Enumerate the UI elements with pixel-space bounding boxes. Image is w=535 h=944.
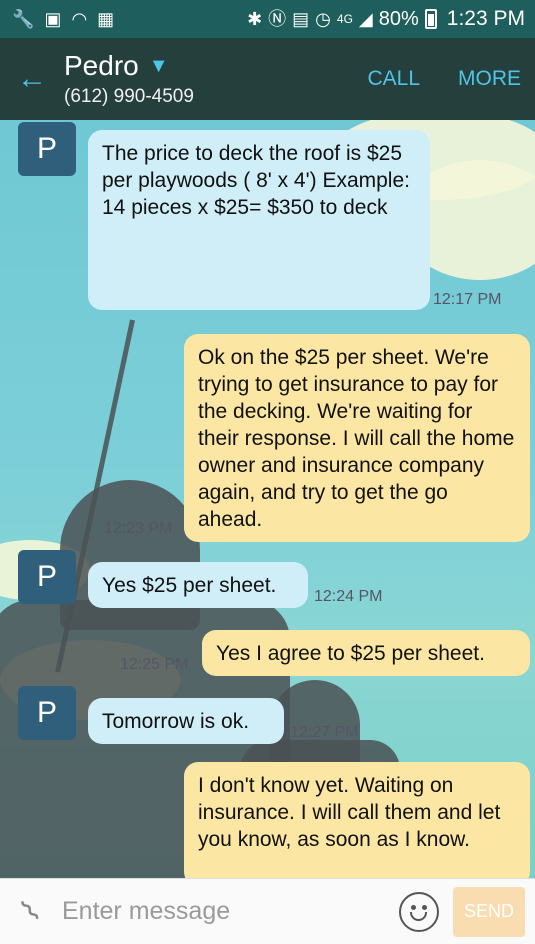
message-time: 12:23 PM xyxy=(104,520,173,537)
paperclip-icon[interactable]: ⌇ xyxy=(0,878,66,944)
lte-icon: 4G xyxy=(336,12,353,26)
message-time: 12:25 PM xyxy=(120,656,189,673)
send-button[interactable]: SEND xyxy=(453,886,525,937)
clock: 1:23 PM xyxy=(446,7,525,30)
incoming-message[interactable]: The price to deck the roof is $25 per pl… xyxy=(88,130,430,310)
image-icon: ▣ xyxy=(44,9,62,29)
alarm-icon: ◷ xyxy=(315,9,331,29)
contact-header[interactable]: Pedro ▼ (612) 990-4509 xyxy=(64,50,194,108)
call-button[interactable]: CALL xyxy=(367,67,420,91)
incoming-message[interactable]: Tomorrow is ok. xyxy=(88,698,284,744)
contact-avatar[interactable]: P xyxy=(18,122,76,176)
app-bar: ← Pedro ▼ (612) 990-4509 CALL MORE xyxy=(0,38,535,120)
message-time: 12:24 PM xyxy=(314,588,383,605)
contact-avatar[interactable]: P xyxy=(18,686,76,740)
message-time: 12:27 PM xyxy=(290,724,359,741)
back-arrow-icon[interactable]: ← xyxy=(0,62,64,96)
battery-percent: 80% xyxy=(378,7,419,30)
signal-icon: ◢ xyxy=(358,9,373,29)
bluetooth-icon: ✱ xyxy=(247,9,263,29)
calendar-icon: ▦ xyxy=(97,9,115,29)
dropdown-caret-icon[interactable]: ▼ xyxy=(149,55,169,78)
message-input[interactable] xyxy=(62,897,399,926)
contact-avatar[interactable]: P xyxy=(18,550,76,604)
emoji-mouth xyxy=(410,911,427,921)
message-thread[interactable]: P The price to deck the roof is $25 per … xyxy=(0,120,535,878)
incoming-message[interactable]: Yes $25 per sheet. xyxy=(88,562,308,608)
emoji-icon[interactable] xyxy=(399,891,439,932)
status-bar: 🔧 ▣ ◠ ▦ ✱ Ⓝ ▤ ◷ 4G ◢ 80% 1:23 PM xyxy=(0,0,535,38)
more-button[interactable]: MORE xyxy=(458,67,521,91)
nfc-icon: Ⓝ xyxy=(268,9,287,29)
wifi-icon: ◠ xyxy=(71,9,88,29)
outgoing-message[interactable]: Ok on the $25 per sheet. We're trying to… xyxy=(184,334,530,542)
outgoing-message[interactable]: I don't know yet. Waiting on insurance. … xyxy=(184,762,530,878)
wrench-icon: 🔧 xyxy=(12,9,35,29)
contact-phone: (612) 990-4509 xyxy=(64,86,194,107)
message-time: 12:17 PM xyxy=(433,291,502,308)
message-composer: ⌇ SEND xyxy=(0,878,535,944)
contact-name: Pedro xyxy=(64,50,139,81)
msg-icon: ▤ xyxy=(292,9,310,29)
outgoing-message[interactable]: Yes I agree to $25 per sheet. xyxy=(202,630,530,676)
battery-icon xyxy=(424,9,437,29)
